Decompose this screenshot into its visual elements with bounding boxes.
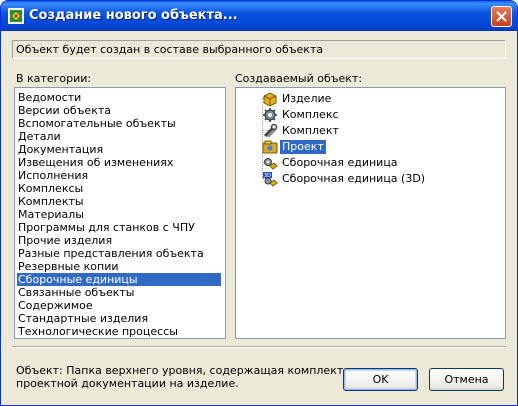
object-item[interactable]: Комплекс [280, 108, 341, 122]
object-description: Объект: Папка верхнего уровня, содержаща… [16, 364, 344, 390]
category-item[interactable]: Извещения об изменениях [17, 156, 221, 169]
category-item[interactable]: Разные представления объекта [17, 247, 221, 260]
info-field: Объект будет создан в составе выбранного… [12, 40, 506, 59]
category-item[interactable]: Документация [17, 143, 221, 156]
kit-tools-icon [262, 123, 278, 139]
object-item[interactable]: Комплект [280, 124, 341, 138]
objects-tree[interactable]: Изделие Комплекс Комплект Проект Сборочная е… [235, 87, 506, 339]
product-box-icon [262, 91, 278, 107]
close-button[interactable] [491, 6, 512, 27]
category-item[interactable]: Содержимое [17, 299, 221, 312]
complex-gear-icon [262, 107, 278, 123]
category-item[interactable]: Связанные объекты [17, 286, 221, 299]
category-item[interactable]: Детали [17, 130, 221, 143]
app-icon [8, 8, 24, 24]
category-item[interactable]: Прочие изделия [17, 234, 221, 247]
category-item[interactable]: Версии объекта [17, 104, 221, 117]
category-item[interactable]: Комплексы [17, 182, 221, 195]
category-item[interactable]: Сборочные единицы [17, 273, 221, 286]
dialog-window: Создание нового объекта... Объект будет … [0, 0, 518, 406]
title-bar[interactable]: Создание нового объекта... [1, 1, 517, 31]
dialog-body: Объект будет создан в составе выбранного… [4, 31, 514, 404]
category-item[interactable]: Резервные копии [17, 260, 221, 273]
object-item[interactable]: Проект [280, 140, 326, 154]
separator [12, 346, 506, 348]
assembly-3d-icon: 3D [262, 171, 278, 187]
object-item[interactable]: Сборочная единица (3D) [280, 172, 427, 186]
categories-label: В категории: [16, 72, 92, 85]
categories-list[interactable]: Ведомости Версии объекта Вспомогательные о… [14, 87, 226, 339]
category-item[interactable]: Вспомогательные объекты [17, 117, 221, 130]
category-item[interactable]: Материалы [17, 208, 221, 221]
category-item[interactable]: Исполнения [17, 169, 221, 182]
objects-label: Создаваемый объект: [235, 72, 363, 85]
category-item[interactable]: Комплекты [17, 195, 221, 208]
object-item[interactable]: Изделие [280, 92, 333, 106]
category-item[interactable]: Ведомости [17, 91, 221, 104]
ok-button[interactable]: OK [343, 368, 418, 391]
cancel-button[interactable]: Отмена [429, 368, 504, 391]
category-item[interactable]: Программы для станков с ЧПУ [17, 221, 221, 234]
assembly-unit-icon [262, 155, 278, 171]
close-icon [496, 11, 507, 22]
project-icon [262, 139, 278, 155]
window-title: Создание нового объекта... [29, 8, 238, 23]
object-item[interactable]: Сборочная единица [280, 156, 400, 170]
category-item[interactable]: Стандартные изделия [17, 312, 221, 325]
category-item[interactable]: Технологические процессы [17, 325, 221, 338]
